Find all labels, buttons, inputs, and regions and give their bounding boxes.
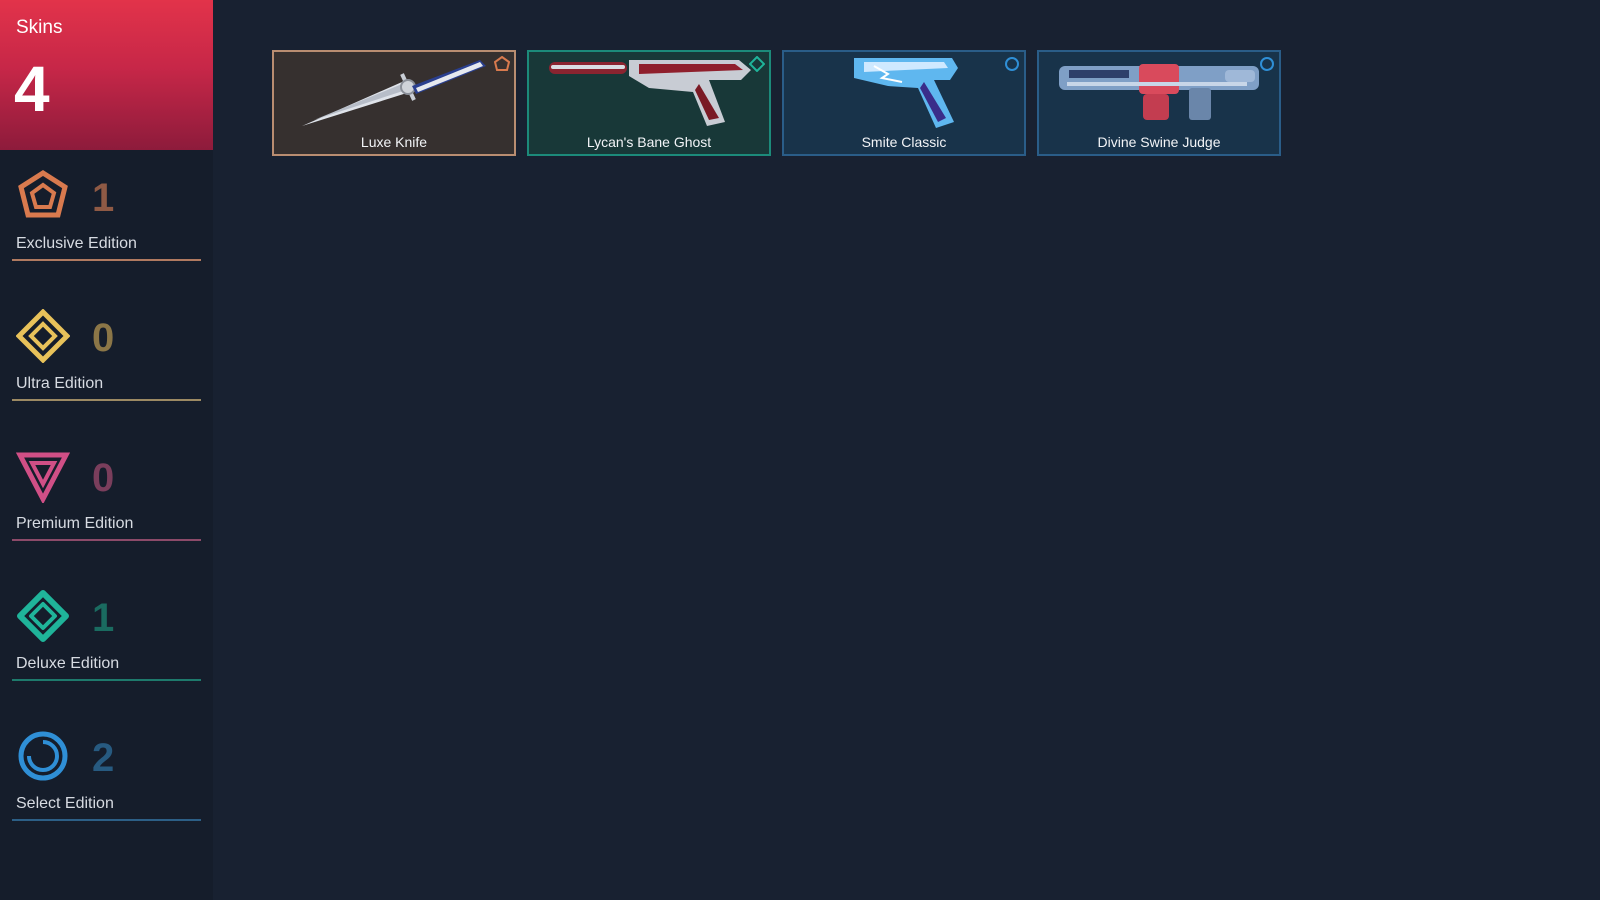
tier-premium-edition[interactable]: 0 Premium Edition xyxy=(12,443,201,553)
exclusive-tier-badge-icon xyxy=(494,56,510,72)
sidebar: Skins 4 1 Exclusive Edition 0 Ultra Edit… xyxy=(0,0,213,900)
tier-underline xyxy=(12,399,201,401)
collection-screen: Skins 4 1 Exclusive Edition 0 Ultra Edit… xyxy=(0,0,1600,900)
exclusive-edition-icon xyxy=(16,169,70,223)
skins-label: Skins xyxy=(16,17,63,38)
skin-card-divine-swine-judge[interactable]: Divine Swine Judge xyxy=(1037,50,1281,156)
tier-underline xyxy=(12,679,201,681)
tier-label: Premium Edition xyxy=(16,515,134,532)
tier-count: 0 xyxy=(92,456,115,500)
tier-count: 1 xyxy=(92,596,115,640)
tier-count: 1 xyxy=(92,176,115,220)
ultra-edition-icon xyxy=(16,309,70,363)
tier-label: Exclusive Edition xyxy=(16,235,137,252)
skin-card-lycans-bane-ghost[interactable]: Lycan's Bane Ghost xyxy=(527,50,771,156)
skin-card-smite-classic[interactable]: Smite Classic xyxy=(782,50,1026,156)
pistol-icon xyxy=(529,52,769,132)
tier-underline xyxy=(12,539,201,541)
skin-name: Luxe Knife xyxy=(360,134,428,150)
premium-edition-icon xyxy=(16,449,70,503)
deluxe-tier-badge-icon xyxy=(749,56,765,72)
tier-count: 0 xyxy=(92,316,115,360)
skin-name: Lycan's Bane Ghost xyxy=(586,134,712,150)
skins-total-count: 4 xyxy=(14,53,50,125)
skin-card-luxe-knife[interactable]: Luxe Knife xyxy=(272,50,516,156)
skins-summary[interactable]: Skins 4 xyxy=(0,0,213,150)
deluxe-edition-icon xyxy=(16,589,70,643)
shotgun-icon xyxy=(1039,52,1279,132)
tier-exclusive-edition[interactable]: 1 Exclusive Edition xyxy=(12,163,201,273)
pistol-icon xyxy=(784,52,1024,132)
skin-name: Divine Swine Judge xyxy=(1097,134,1221,150)
tier-deluxe-edition[interactable]: 1 Deluxe Edition xyxy=(12,583,201,693)
tier-label: Select Edition xyxy=(16,795,114,812)
tier-underline xyxy=(12,819,201,821)
select-tier-badge-icon xyxy=(1004,56,1020,72)
tier-ultra-edition[interactable]: 0 Ultra Edition xyxy=(12,303,201,413)
select-tier-badge-icon xyxy=(1259,56,1275,72)
tier-label: Ultra Edition xyxy=(16,375,104,392)
tier-count: 2 xyxy=(92,736,115,780)
tier-select-edition[interactable]: 2 Select Edition xyxy=(12,723,201,833)
tier-label: Deluxe Edition xyxy=(16,655,120,672)
knife-icon xyxy=(274,52,514,132)
tier-underline xyxy=(12,259,201,261)
select-edition-icon xyxy=(16,729,70,783)
skin-name: Smite Classic xyxy=(861,134,947,150)
